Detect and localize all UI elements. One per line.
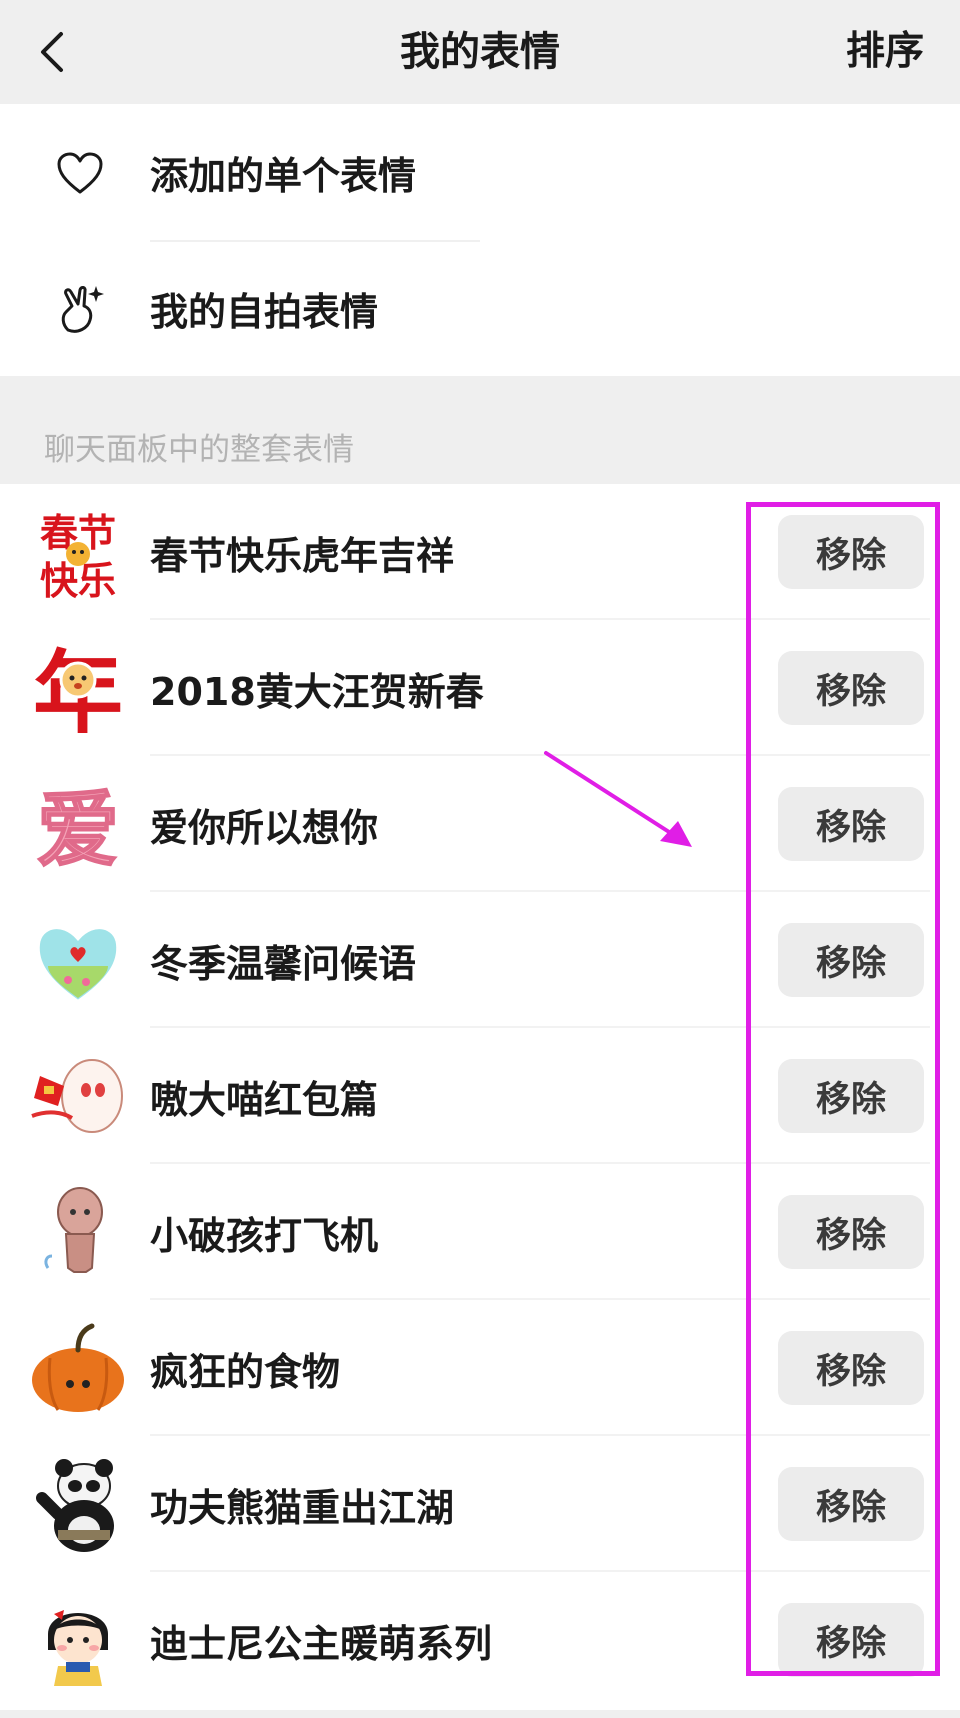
sticker-pack-name: 2018黄大汪贺新春 xyxy=(150,669,484,714)
sticker-pack-name: 冬季温馨问候语 xyxy=(150,941,417,986)
sticker-pack-thumbnail xyxy=(44,1187,103,1273)
thumb-text: 爱 xyxy=(37,783,119,874)
page-title: 我的表情 xyxy=(400,29,560,75)
sticker-pack-name: 迪士尼公主暖萌系列 xyxy=(150,1621,493,1666)
sticker-pack-name: 疯狂的食物 xyxy=(150,1349,341,1394)
selfie-hand-icon xyxy=(56,286,104,334)
sticker-pack-name: 小破孩打飞机 xyxy=(150,1213,379,1258)
sticker-pack-name: 爱你所以想你 xyxy=(150,805,379,850)
heart-icon xyxy=(56,150,104,198)
annotation-highlight-box xyxy=(746,502,940,1676)
menu-item-selfie-stickers[interactable]: 我的自拍表情 xyxy=(0,240,960,376)
sticker-pack-thumbnail: 春节 快乐 xyxy=(40,511,116,602)
sticker-pack-thumbnail xyxy=(32,1323,124,1412)
annotation-arrow-icon xyxy=(544,751,692,847)
menu-item-label: 添加的单个表情 xyxy=(150,153,417,198)
sticker-pack-name: 春节快乐虎年吉祥 xyxy=(150,533,455,578)
bottom-strip xyxy=(0,1710,960,1718)
sticker-pack-thumbnail: 爱 xyxy=(36,782,120,874)
sticker-pack-thumbnail xyxy=(48,1610,108,1686)
sticker-pack-thumbnail: 年 xyxy=(33,641,123,738)
sticker-pack-name: 嗷大喵红包篇 xyxy=(150,1077,379,1122)
section-label: 聊天面板中的整套表情 xyxy=(44,432,354,468)
sticker-pack-thumbnail xyxy=(36,1459,114,1552)
menu-item-single-stickers[interactable]: 添加的单个表情 xyxy=(0,104,960,242)
sticker-pack-name: 功夫熊猫重出江湖 xyxy=(150,1485,455,1530)
top-menu: 添加的单个表情 我的自拍表情 xyxy=(0,104,960,376)
menu-item-label: 我的自拍表情 xyxy=(150,289,379,334)
sticker-pack-thumbnail xyxy=(35,925,121,1005)
sort-button[interactable]: 排序 xyxy=(846,0,924,96)
header-bar: 我的表情 排序 xyxy=(0,0,960,104)
sticker-pack-thumbnail xyxy=(31,1059,123,1133)
